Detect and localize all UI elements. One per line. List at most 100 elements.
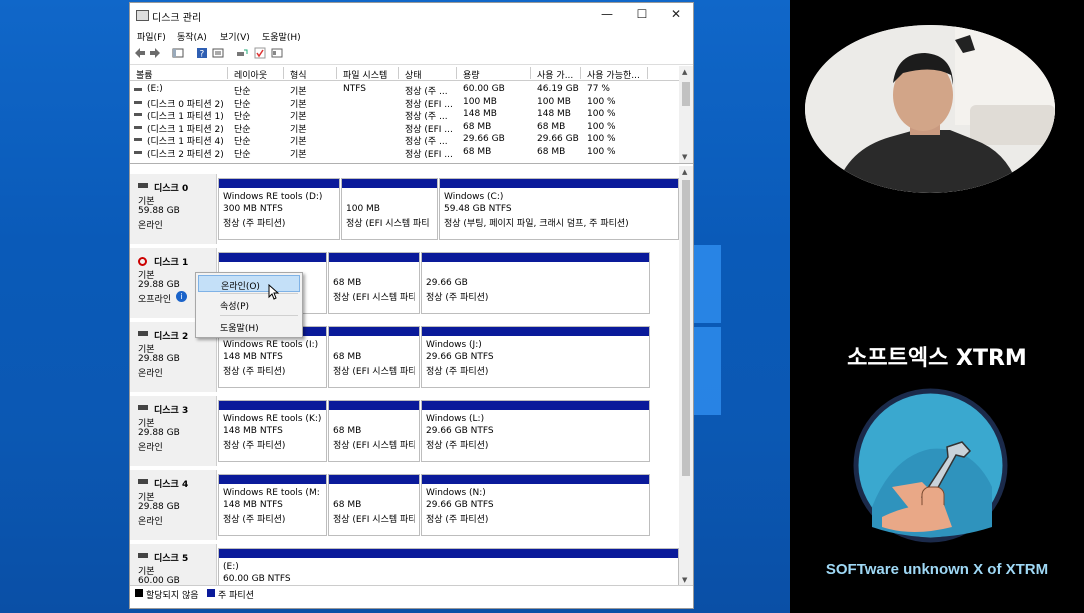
menu-online-label: 온라인(O) xyxy=(221,282,260,292)
volume-row[interactable]: (디스크 1 파티션 4) 단순 기본 정상 (주 ... 29.66 GB 29.66 … xyxy=(130,134,679,148)
col-filesystem[interactable]: 파일 시스템 xyxy=(343,68,387,81)
connect-icon[interactable] xyxy=(236,47,248,59)
volume-cell: NTFS xyxy=(343,84,366,94)
partition-bar xyxy=(329,475,419,484)
volume-list-scroll-thumb[interactable] xyxy=(682,82,690,106)
volume-row[interactable]: (E:) 단순 기본 NTFS 정상 (주 ... 60.00 GB 46.19 GB 77 … xyxy=(130,84,679,97)
volume-cell: 기본 xyxy=(290,112,307,123)
partition-size: 29.66 GB xyxy=(426,278,468,288)
volume-row[interactable]: (디스크 1 파티션 2) 단순 기본 정상 (EFI ... 68 MB 68 MB 10… xyxy=(130,121,679,135)
col-volume[interactable]: 볼륨 xyxy=(136,68,153,81)
partition-block[interactable]: Windows RE tools (D:) 300 MB NTFS 정상 (주 파티… xyxy=(218,178,340,240)
partition-block[interactable]: 68 MB 정상 (EFI 시스템 파티 xyxy=(328,252,420,314)
mouse-cursor-icon xyxy=(268,284,279,300)
minimize-button[interactable]: — xyxy=(597,7,617,23)
col-type[interactable]: 형식 xyxy=(290,68,307,81)
menu-help-item[interactable]: 도움말(H) xyxy=(198,318,300,335)
volume-row[interactable]: (디스크 2 파티션 2) 단순 기본 정상 (EFI ... 68 MB 68 MB 10… xyxy=(130,147,679,160)
windows-logo-glow xyxy=(693,245,721,415)
volume-cell: 60.00 GB xyxy=(463,84,505,94)
back-icon[interactable] xyxy=(134,47,146,59)
col-percent-free[interactable]: 사용 가능한... xyxy=(587,68,640,81)
unallocated-swatch xyxy=(135,589,143,597)
col-capacity[interactable]: 용량 xyxy=(463,68,480,81)
menu-file[interactable]: 파일(F) xyxy=(137,30,166,43)
volume-cell: 정상 (EFI ... xyxy=(405,124,453,135)
disk-view-scroll-thumb[interactable] xyxy=(682,180,690,476)
disk-graphical-view: 디스크 0 기본 59.88 GB 온라인 Windows RE tools (D:) 3… xyxy=(130,166,693,586)
volume-cell: 100 % xyxy=(587,96,616,107)
partition-status: 정상 (EFI 시스템 파티 xyxy=(333,515,415,525)
partition-size: 59.48 GB NTFS xyxy=(444,204,512,214)
menu-view[interactable]: 보기(V) xyxy=(220,30,250,43)
menu-help[interactable]: 도움말(H) xyxy=(262,30,301,43)
disk-label[interactable]: 디스크 0 기본 59.88 GB 온라인 xyxy=(130,174,217,244)
svg-text:?: ? xyxy=(200,50,205,60)
check-icon[interactable] xyxy=(254,47,266,59)
volume-cell: (디스크 1 파티션 1) xyxy=(147,112,224,123)
volume-cell: 단순 xyxy=(234,99,251,110)
volume-cell: 정상 (주 ... xyxy=(405,137,448,148)
disk-label[interactable]: 디스크 5 기본 60.00 GB xyxy=(130,544,217,586)
partition-block[interactable]: 29.66 GB 정상 (주 파티션) xyxy=(421,252,650,314)
volume-row[interactable]: (디스크 1 파티션 1) 단순 기본 정상 (주 ... 148 MB 148 MB 10… xyxy=(130,109,679,123)
partition-bar xyxy=(422,401,649,410)
console-tree-icon[interactable] xyxy=(172,47,184,59)
col-status[interactable]: 상태 xyxy=(405,68,422,81)
disk-label[interactable]: 디스크 3 기본 29.88 GB 온라인 xyxy=(130,396,217,466)
menu-online[interactable]: 온라인(O) xyxy=(198,275,300,292)
disk-status: 온라인 xyxy=(138,443,163,453)
volume-row[interactable]: (디스크 0 파티션 2) 단순 기본 정상 (EFI ... 100 MB 100 MB… xyxy=(130,96,679,110)
disk-view-scrollbar[interactable]: ▲ ▼ xyxy=(679,166,693,586)
title-bar[interactable]: 디스크 관리 — ☐ ✕ xyxy=(130,3,693,27)
col-free-space[interactable]: 사용 가... xyxy=(537,68,573,81)
disk-name: 디스크 2 xyxy=(154,332,189,342)
volume-cell: (디스크 2 파티션 2) xyxy=(147,150,224,160)
partition-size: 68 MB xyxy=(333,500,362,510)
partition-block[interactable]: (E:) 60.00 GB NTFS xyxy=(218,548,679,586)
partition-block[interactable]: 68 MB 정상 (EFI 시스템 파티 xyxy=(328,474,420,536)
volume-list-scrollbar[interactable]: ▲ ▼ xyxy=(679,66,693,163)
partition-block[interactable]: Windows (L:) 29.66 GB NTFS 정상 (주 파티션) xyxy=(421,400,650,462)
partition-block[interactable]: Windows RE tools (K:) 148 MB NTFS 정상 (주 파티… xyxy=(218,400,327,462)
partition-block[interactable]: Windows RE tools (M: 148 MB NTFS 정상 (주 파티션… xyxy=(218,474,327,536)
partition-block[interactable]: Windows (J:) 29.66 GB NTFS 정상 (주 파티션) xyxy=(421,326,650,388)
properties-icon[interactable] xyxy=(271,47,283,59)
brand-subtitle: SOFTware unknown X of XTRM xyxy=(825,561,1049,578)
help-icon[interactable]: ? xyxy=(196,47,208,59)
menu-properties[interactable]: 속성(P) xyxy=(198,296,300,313)
partition-size: 148 MB NTFS xyxy=(223,500,283,510)
list-view-icon[interactable] xyxy=(212,47,224,59)
volume-cell: 68 MB xyxy=(463,121,492,132)
disk-name: 디스크 5 xyxy=(154,554,189,564)
disk-label[interactable]: 디스크 4 기본 29.88 GB 온라인 xyxy=(130,470,217,540)
partition-block[interactable]: Windows (C:) 59.48 GB NTFS 정상 (부팅, 페이지 파일,… xyxy=(439,178,679,240)
volume-cell: 100 MB xyxy=(463,96,497,107)
volume-cell: 100 % xyxy=(587,121,616,132)
toolbar: ? xyxy=(130,44,693,65)
maximize-button[interactable]: ☐ xyxy=(632,7,652,23)
col-layout[interactable]: 레이아웃 xyxy=(234,68,267,81)
disk-icon xyxy=(138,331,148,336)
brand-title: 소프트엑스 XTRM xyxy=(847,346,1027,371)
close-button[interactable]: ✕ xyxy=(666,7,686,23)
volume-cell: 정상 (주 ... xyxy=(405,87,448,97)
partition-block[interactable]: 68 MB 정상 (EFI 시스템 파티 xyxy=(328,400,420,462)
info-icon[interactable]: i xyxy=(176,291,187,302)
forward-icon[interactable] xyxy=(149,47,161,59)
partition-name: Windows (C:) xyxy=(444,192,504,202)
partition-status: 정상 (EFI 시스템 파티 xyxy=(333,293,415,303)
partition-size: 68 MB xyxy=(333,352,362,362)
menu-action[interactable]: 동작(A) xyxy=(177,30,207,43)
volume-cell: 29.66 GB xyxy=(537,134,579,145)
legend-primary: 주 파티션 xyxy=(218,591,254,601)
presenter-video-image xyxy=(805,25,1055,193)
partition-name: Windows RE tools (K:) xyxy=(223,414,322,424)
partition-bar xyxy=(422,475,649,484)
volume-cell: (디스크 1 파티션 4) xyxy=(147,137,224,148)
partition-block[interactable]: 100 MB 정상 (EFI 시스템 파티 xyxy=(341,178,438,240)
partition-block[interactable]: 68 MB 정상 (EFI 시스템 파티 xyxy=(328,326,420,388)
partition-status: 정상 (EFI 시스템 파티 xyxy=(333,441,415,451)
partition-size: 29.66 GB NTFS xyxy=(426,500,494,510)
partition-block[interactable]: Windows (N:) 29.66 GB NTFS 정상 (주 파티션) xyxy=(421,474,650,536)
